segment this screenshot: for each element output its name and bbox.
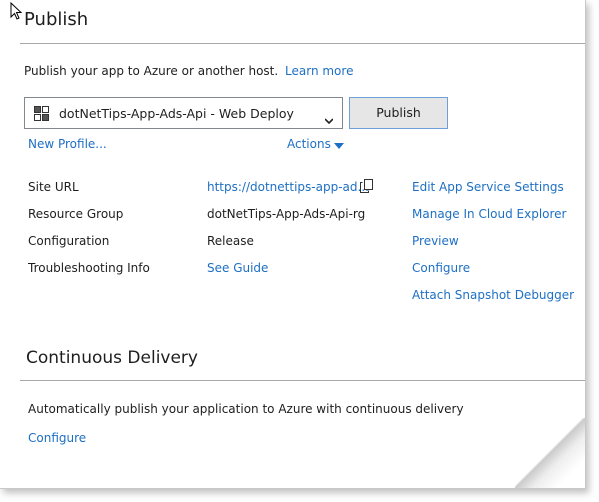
new-profile-link[interactable]: New Profile... bbox=[28, 137, 107, 151]
publish-page: Publish Publish your app to Azure or ano… bbox=[0, 0, 586, 489]
preview-link[interactable]: Preview bbox=[412, 234, 459, 248]
site-url-link[interactable]: https://dotnettips-app-ad... bbox=[207, 180, 369, 194]
caret-down-icon bbox=[333, 138, 344, 152]
attach-snapshot-debugger-link[interactable]: Attach Snapshot Debugger bbox=[412, 288, 574, 302]
actions-menu[interactable]: Actions bbox=[287, 137, 344, 152]
title-divider bbox=[20, 43, 585, 44]
page-title: Publish bbox=[24, 9, 89, 30]
edit-app-service-settings-link[interactable]: Edit App Service Settings bbox=[412, 180, 564, 194]
see-guide-link[interactable]: See Guide bbox=[207, 261, 268, 275]
manage-in-cloud-explorer-link[interactable]: Manage In Cloud Explorer bbox=[412, 207, 567, 221]
continuous-delivery-description: Automatically publish your application t… bbox=[28, 402, 464, 416]
continuous-delivery-divider bbox=[20, 380, 585, 381]
troubleshooting-label: Troubleshooting Info bbox=[28, 261, 150, 275]
learn-more-link[interactable]: Learn more bbox=[285, 64, 353, 78]
page-curl bbox=[515, 418, 585, 488]
continuous-delivery-configure-link[interactable]: Configure bbox=[28, 431, 86, 445]
actions-label: Actions bbox=[287, 137, 331, 151]
publish-description-text: Publish your app to Azure or another hos… bbox=[24, 64, 279, 78]
continuous-delivery-title: Continuous Delivery bbox=[26, 348, 198, 368]
configuration-label: Configuration bbox=[28, 234, 110, 248]
web-deploy-icon bbox=[34, 106, 49, 125]
site-url-label: Site URL bbox=[28, 180, 79, 194]
cursor-icon bbox=[10, 1, 23, 24]
publish-description: Publish your app to Azure or another hos… bbox=[24, 64, 353, 78]
resource-group-value: dotNetTips-App-Ads-Api-rg bbox=[207, 207, 366, 221]
resource-group-label: Resource Group bbox=[28, 207, 124, 221]
publish-profile-dropdown[interactable]: dotNetTips-App-Ads-Api - Web Deploy bbox=[24, 97, 343, 129]
selected-profile-label: dotNetTips-App-Ads-Api - Web Deploy bbox=[59, 106, 294, 121]
configuration-value: Release bbox=[207, 234, 254, 248]
publish-button[interactable]: Publish bbox=[349, 97, 448, 129]
chevron-down-icon bbox=[324, 109, 334, 128]
copy-icon[interactable] bbox=[360, 178, 373, 197]
configure-link[interactable]: Configure bbox=[412, 261, 470, 275]
